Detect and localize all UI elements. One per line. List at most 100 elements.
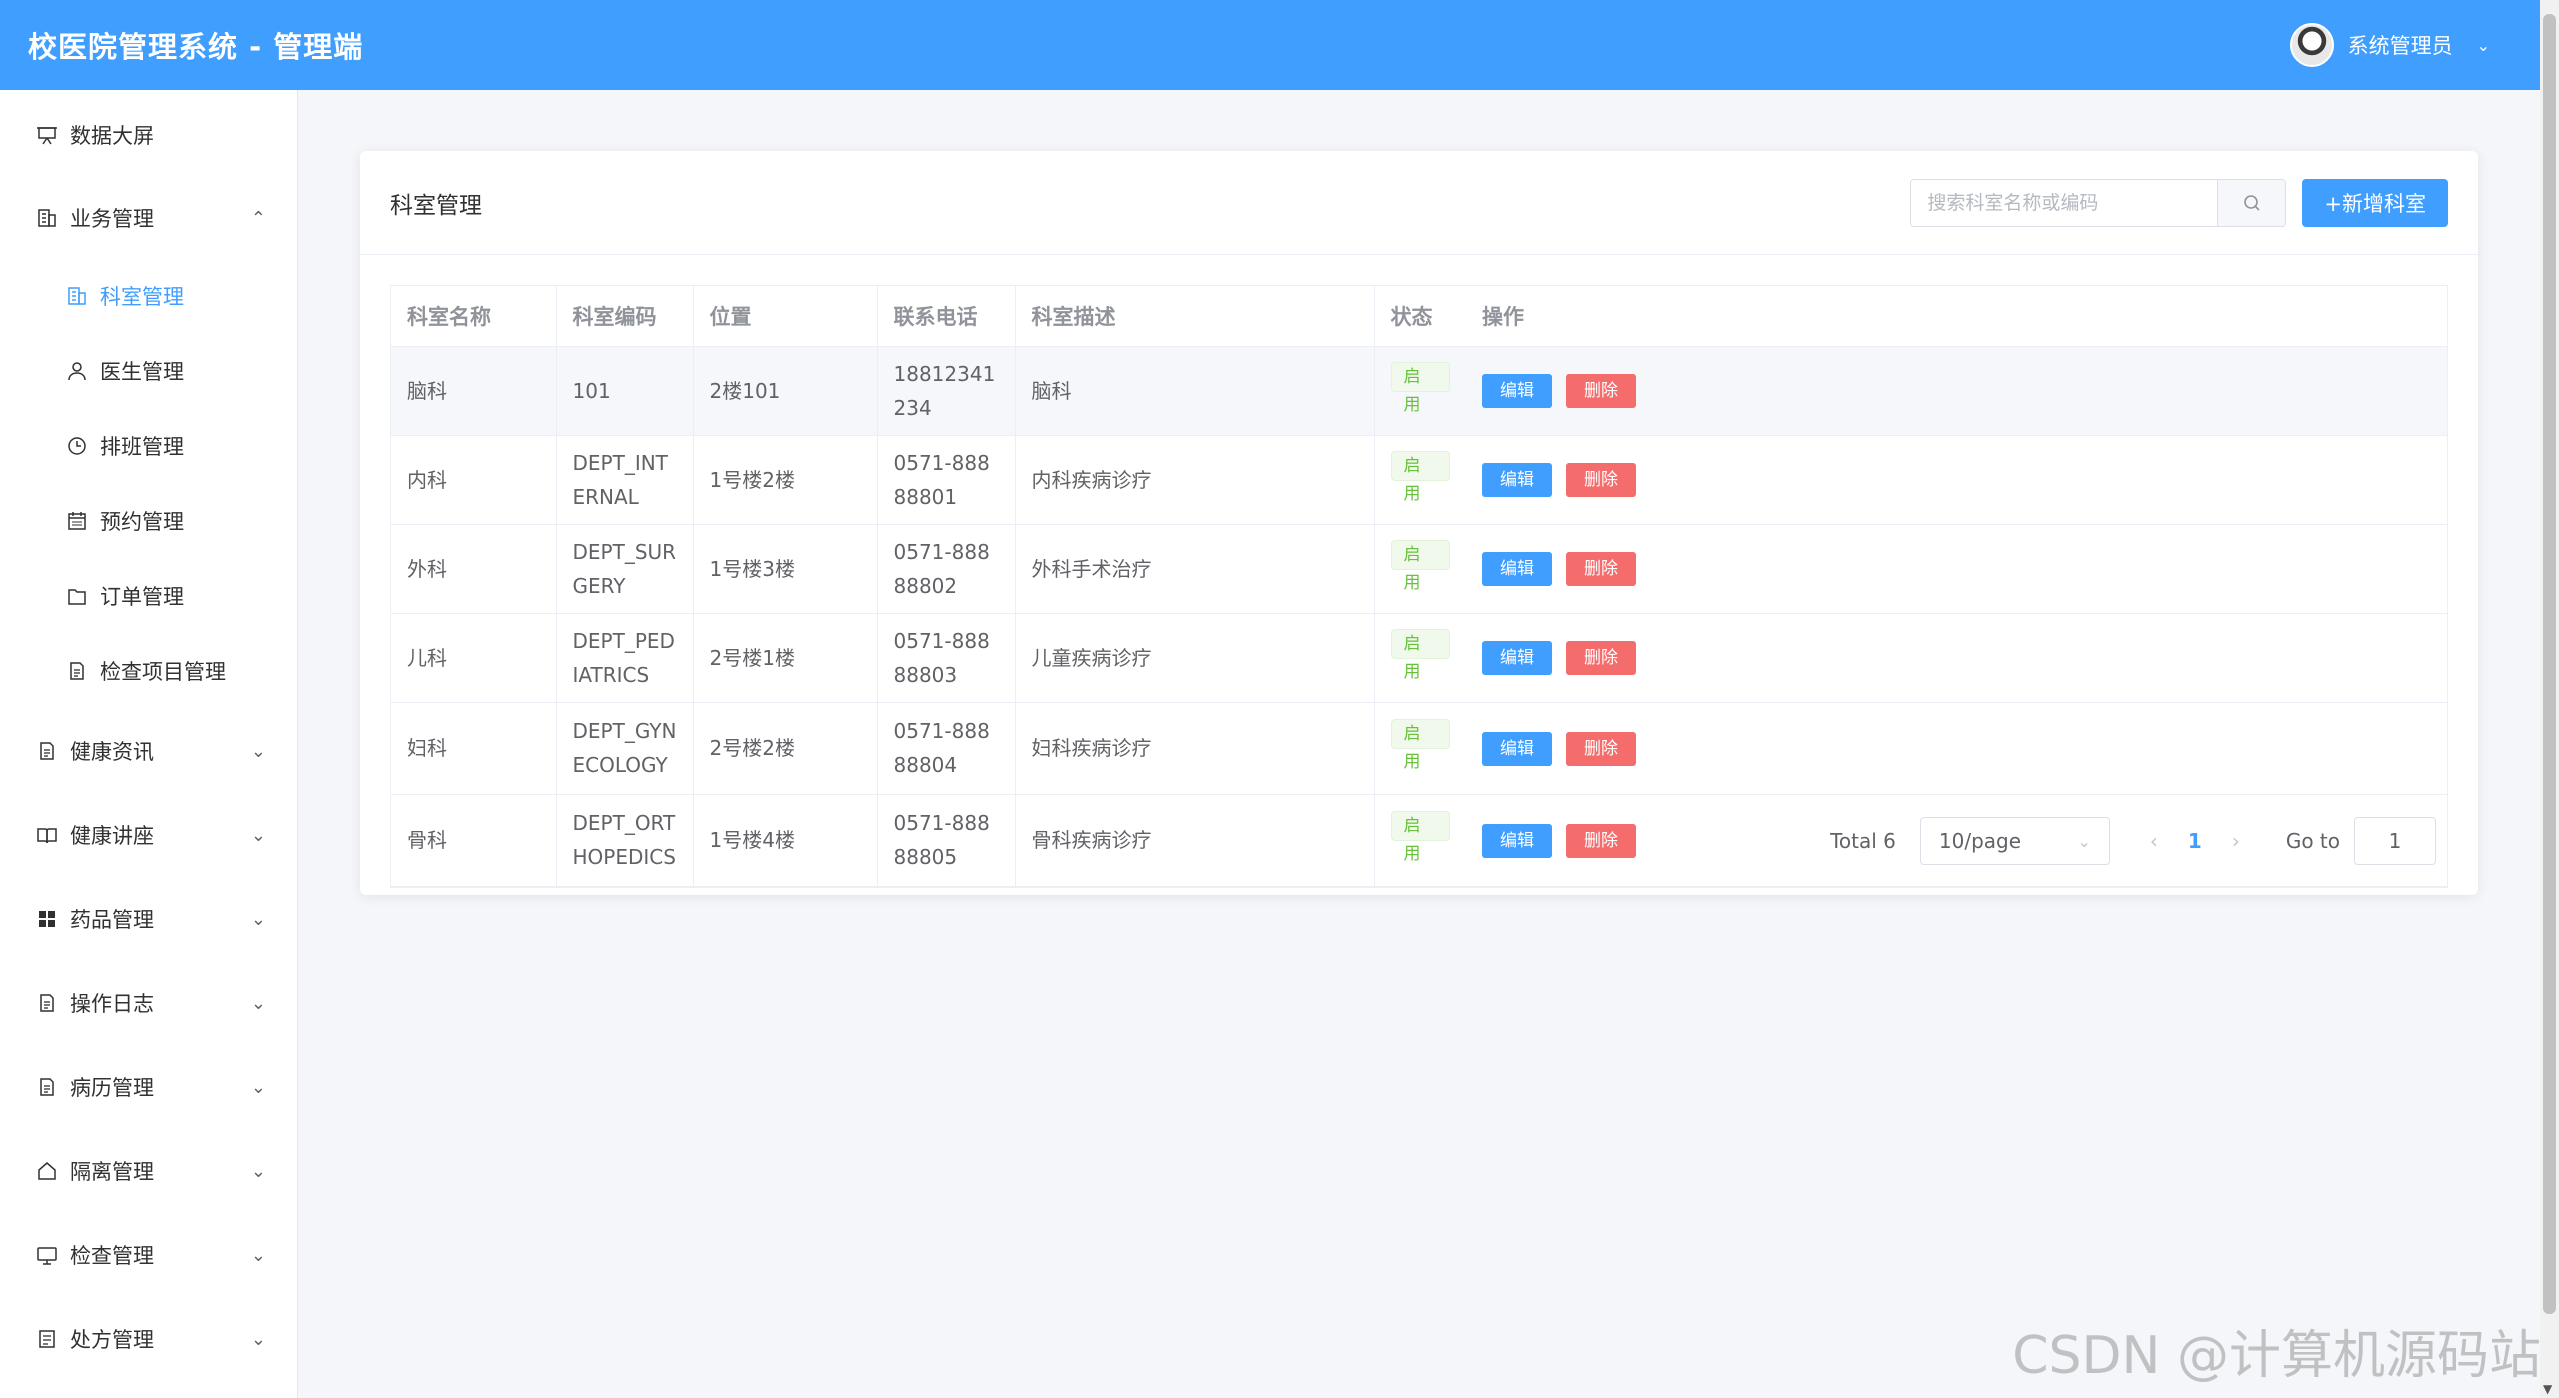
- sidebar-item[interactable]: 健康讲座 ⌄: [0, 805, 298, 865]
- house-icon: [34, 1158, 60, 1184]
- column-header[interactable]: 状态: [1374, 286, 1466, 347]
- office-building-icon: [34, 205, 60, 231]
- edit-button[interactable]: 编辑: [1482, 731, 1552, 766]
- cell-location: 2号楼2楼: [693, 702, 878, 795]
- search-button[interactable]: [2217, 179, 2286, 226]
- next-page-icon[interactable]: ›: [2232, 829, 2240, 853]
- sidebar-item[interactable]: 检查管理 ⌄: [0, 1225, 298, 1285]
- cell-code: 101: [556, 346, 694, 436]
- delete-button[interactable]: 删除: [1566, 374, 1636, 409]
- scrollbar-thumb[interactable]: [2543, 14, 2556, 1314]
- scrollbar[interactable]: ▼: [2540, 0, 2559, 1398]
- user-menu[interactable]: 系统管理员 ⌄: [2289, 23, 2490, 67]
- cell-actions: 编辑 删除: [1466, 524, 2447, 614]
- goto-input[interactable]: [2354, 817, 2436, 865]
- cell-status: 启用: [1374, 346, 1466, 436]
- chevron-down-icon[interactable]: ⌄: [251, 741, 266, 762]
- column-header[interactable]: 科室描述: [1015, 286, 1375, 347]
- sidebar-item[interactable]: 预约管理: [0, 491, 298, 551]
- status-badge: 启用: [1390, 628, 1450, 682]
- sidebar-item[interactable]: 订单管理: [0, 566, 298, 626]
- sidebar-item[interactable]: 排班管理: [0, 416, 298, 476]
- chevron-down-icon[interactable]: ⌄: [251, 993, 266, 1014]
- delete-button[interactable]: 删除: [1566, 823, 1636, 858]
- cell-phone: 18812341234: [877, 346, 1016, 436]
- cell-code: DEPT_GYNECOLOGY: [556, 702, 694, 795]
- page-number[interactable]: 1: [2188, 829, 2202, 853]
- chevron-down-icon[interactable]: ⌄: [251, 1161, 266, 1182]
- chevron-down-icon[interactable]: ⌄: [251, 1077, 266, 1098]
- sidebar-item[interactable]: 科室管理: [0, 266, 298, 326]
- delete-button[interactable]: 删除: [1566, 552, 1636, 587]
- user-icon: [64, 358, 90, 384]
- chevron-down-icon: ⌄: [2077, 831, 2091, 851]
- edit-button[interactable]: 编辑: [1482, 641, 1552, 676]
- sidebar-item[interactable]: 处方管理 ⌄: [0, 1309, 298, 1369]
- sidebar-item[interactable]: 数据大屏: [0, 105, 298, 165]
- cell-name: 儿科: [391, 613, 557, 703]
- chevron-down-icon[interactable]: ⌄: [251, 1329, 266, 1350]
- add-department-button[interactable]: +新增科室: [2302, 178, 2448, 227]
- scroll-down-icon[interactable]: ▼: [2543, 1382, 2552, 1396]
- user-name[interactable]: 系统管理员: [2348, 30, 2453, 60]
- pagination: Total 6 10/page ⌄ ‹ 1 › Go to: [1830, 817, 2436, 865]
- chevron-down-icon[interactable]: ⌄: [2477, 36, 2490, 55]
- table-row[interactable]: 外科 DEPT_SURGERY 1号楼3楼 0571-88888802 外科手术治疗 启用…: [391, 524, 2447, 614]
- prev-page-icon[interactable]: ‹: [2150, 829, 2158, 853]
- department-card: 科室管理 +新增科室 科室名称: [360, 151, 2478, 895]
- status-badge: 启用: [1390, 450, 1450, 504]
- watermark: CSDN @计算机源码站: [2012, 1326, 2541, 1386]
- chevron-down-icon[interactable]: ⌄: [251, 1245, 266, 1266]
- edit-button[interactable]: 编辑: [1482, 552, 1552, 587]
- cell-desc: 脑科: [1015, 346, 1375, 436]
- document-icon: [34, 1074, 60, 1100]
- sidebar-item-label: 订单管理: [100, 585, 184, 609]
- sidebar-item[interactable]: 检查项目管理: [0, 641, 298, 701]
- sidebar-item[interactable]: 业务管理 ⌃: [0, 188, 298, 248]
- tickets-icon: [34, 1326, 60, 1352]
- monitor-icon: [34, 1242, 60, 1268]
- column-header[interactable]: 联系电话: [877, 286, 1016, 347]
- avatar[interactable]: [2289, 23, 2334, 67]
- chevron-up-icon[interactable]: ⌃: [251, 208, 266, 229]
- cell-name: 脑科: [391, 346, 557, 436]
- column-header[interactable]: 科室名称: [391, 286, 557, 347]
- table-row[interactable]: 内科 DEPT_INTERNAL 1号楼2楼 0571-88888801 内科疾病诊疗启…: [391, 435, 2447, 525]
- sidebar-item[interactable]: 药品管理 ⌄: [0, 889, 298, 949]
- sidebar-item[interactable]: 隔离管理 ⌄: [0, 1141, 298, 1201]
- chevron-down-icon[interactable]: ⌄: [251, 909, 266, 930]
- clock-icon: [64, 433, 90, 459]
- app-title: 校医院管理系统 - 管理端: [28, 30, 364, 64]
- delete-button[interactable]: 删除: [1566, 463, 1636, 498]
- sidebar: 数据大屏业务管理 ⌃ 科室管理医生管理排班管理预约管理订单管理检查项目管理 健康资讯 ⌄…: [0, 90, 298, 1398]
- column-header[interactable]: 科室编码: [556, 286, 694, 347]
- cell-status: 启用: [1374, 435, 1466, 525]
- cell-desc: 妇科疾病诊疗: [1015, 702, 1375, 795]
- column-header[interactable]: 操作: [1466, 286, 2447, 347]
- top-header: 校医院管理系统 - 管理端 系统管理员 ⌄: [0, 0, 2540, 90]
- column-header[interactable]: 位置: [693, 286, 878, 347]
- chevron-down-icon[interactable]: ⌄: [251, 825, 266, 846]
- cell-code: DEPT_INTERNAL: [556, 435, 694, 525]
- table-row[interactable]: 脑科 101 2楼101 18812341234 脑科 启用 编辑 删除: [391, 346, 2447, 436]
- cell-code: DEPT_PEDIATRICS: [556, 613, 694, 703]
- sidebar-item[interactable]: 病历管理 ⌄: [0, 1057, 298, 1117]
- edit-button[interactable]: 编辑: [1482, 374, 1552, 409]
- sidebar-item[interactable]: 健康资讯 ⌄: [0, 721, 298, 781]
- table-header-row: 科室名称 科室编码 位置 联系电话 科室描述 状态 操作: [391, 286, 2447, 347]
- sidebar-item-label: 操作日志: [70, 992, 154, 1016]
- status-badge: 启用: [1390, 539, 1450, 593]
- cell-location: 2号楼1楼: [693, 613, 878, 703]
- edit-button[interactable]: 编辑: [1482, 463, 1552, 498]
- page-size-select[interactable]: 10/page ⌄: [1919, 817, 2110, 865]
- sidebar-item[interactable]: 医生管理: [0, 341, 298, 401]
- search-input[interactable]: [1911, 179, 2218, 226]
- table-row[interactable]: 儿科 DEPT_PEDIATRICS 2号楼1楼 0571-88888803 儿童疾病诊…: [391, 613, 2447, 703]
- delete-button[interactable]: 删除: [1566, 641, 1636, 676]
- delete-button[interactable]: 删除: [1566, 731, 1636, 766]
- table-row[interactable]: 妇科 DEPT_GYNECOLOGY 2号楼2楼 0571-88888804 妇科疾病诊…: [391, 702, 2447, 795]
- edit-button[interactable]: 编辑: [1482, 823, 1552, 858]
- sidebar-item-label: 处方管理: [70, 1328, 154, 1352]
- sidebar-item[interactable]: 操作日志 ⌄: [0, 973, 298, 1033]
- office-building-icon: [64, 283, 90, 309]
